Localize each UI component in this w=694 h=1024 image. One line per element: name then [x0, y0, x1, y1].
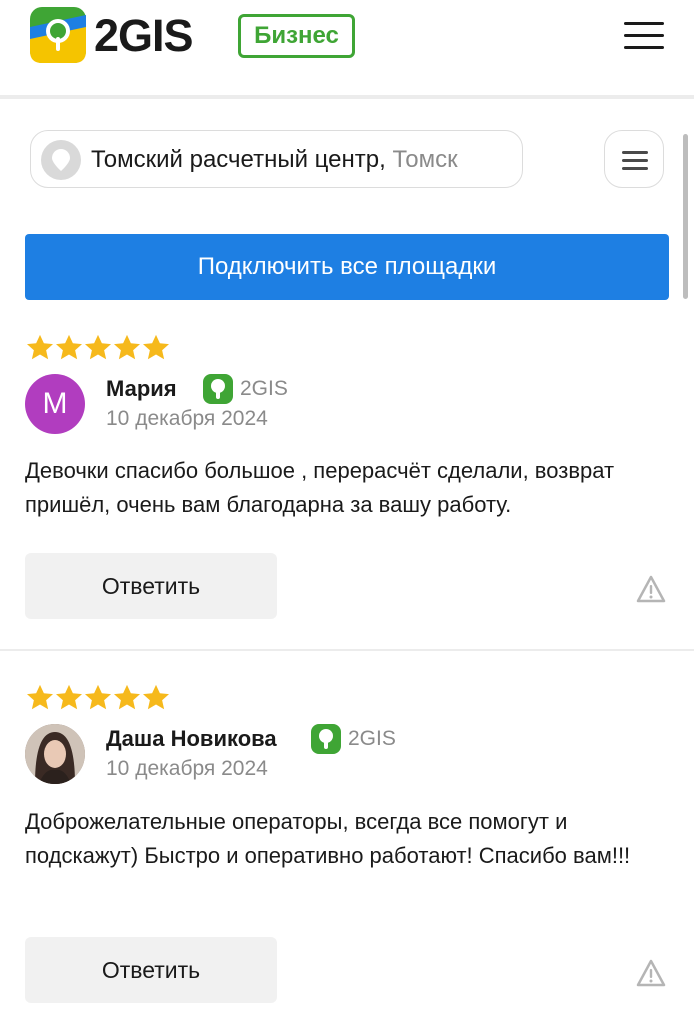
2gis-source-icon	[311, 724, 341, 754]
location-text: Томский расчетный центр, Томск	[91, 146, 458, 174]
review-divider	[0, 649, 694, 651]
location-separator: ,	[379, 146, 393, 173]
review-source: 2GIS	[348, 727, 396, 750]
page: 2GIS Бизнес Томский расчетный центр, Том…	[0, 0, 694, 1024]
review-author: Даша Новикова	[106, 726, 277, 751]
reply-button[interactable]: Ответить	[25, 553, 277, 619]
star-icon	[85, 684, 111, 710]
logo-text: 2GIS	[94, 10, 194, 61]
star-icon	[85, 334, 111, 360]
review-author: Мария	[106, 376, 177, 401]
location-selector[interactable]: Томский расчетный центр, Томск	[30, 130, 523, 188]
scrollbar[interactable]	[683, 134, 688, 299]
star-icon	[143, 334, 169, 360]
review-text: Доброжелательные операторы, всегда все п…	[25, 809, 631, 868]
header: 2GIS Бизнес	[0, 0, 694, 96]
star-icon	[27, 334, 53, 360]
location-name: Томский расчетный центр	[91, 146, 380, 173]
filter-menu-button[interactable]	[604, 130, 664, 188]
star-icon	[56, 684, 82, 710]
star-icon	[114, 684, 140, 710]
avatar: М	[25, 374, 85, 434]
report-warning-icon[interactable]	[636, 575, 666, 603]
star-icon	[56, 334, 82, 360]
business-badge[interactable]: Бизнес	[238, 14, 355, 58]
avatar-photo	[25, 724, 85, 784]
2gis-source-icon	[203, 374, 233, 404]
review-date: 10 декабря 2024	[106, 407, 268, 430]
location-pin-icon	[41, 140, 81, 180]
location-city: Томск	[392, 146, 458, 173]
star-icon	[143, 684, 169, 710]
star-icon	[27, 684, 53, 710]
star-icon	[114, 334, 140, 360]
review-text: Девочки спасибо большое , перерасчёт сде…	[25, 458, 615, 517]
header-divider	[0, 95, 694, 99]
2gis-logo-icon[interactable]	[30, 7, 86, 63]
report-warning-icon[interactable]	[636, 959, 666, 987]
reply-button[interactable]: Ответить	[25, 937, 277, 1003]
connect-all-platforms-button[interactable]: Подключить все площадки	[25, 234, 669, 300]
review-source: 2GIS	[240, 377, 288, 400]
review-date: 10 декабря 2024	[106, 757, 268, 780]
filter-icon	[622, 151, 648, 154]
menu-icon[interactable]	[624, 22, 664, 50]
